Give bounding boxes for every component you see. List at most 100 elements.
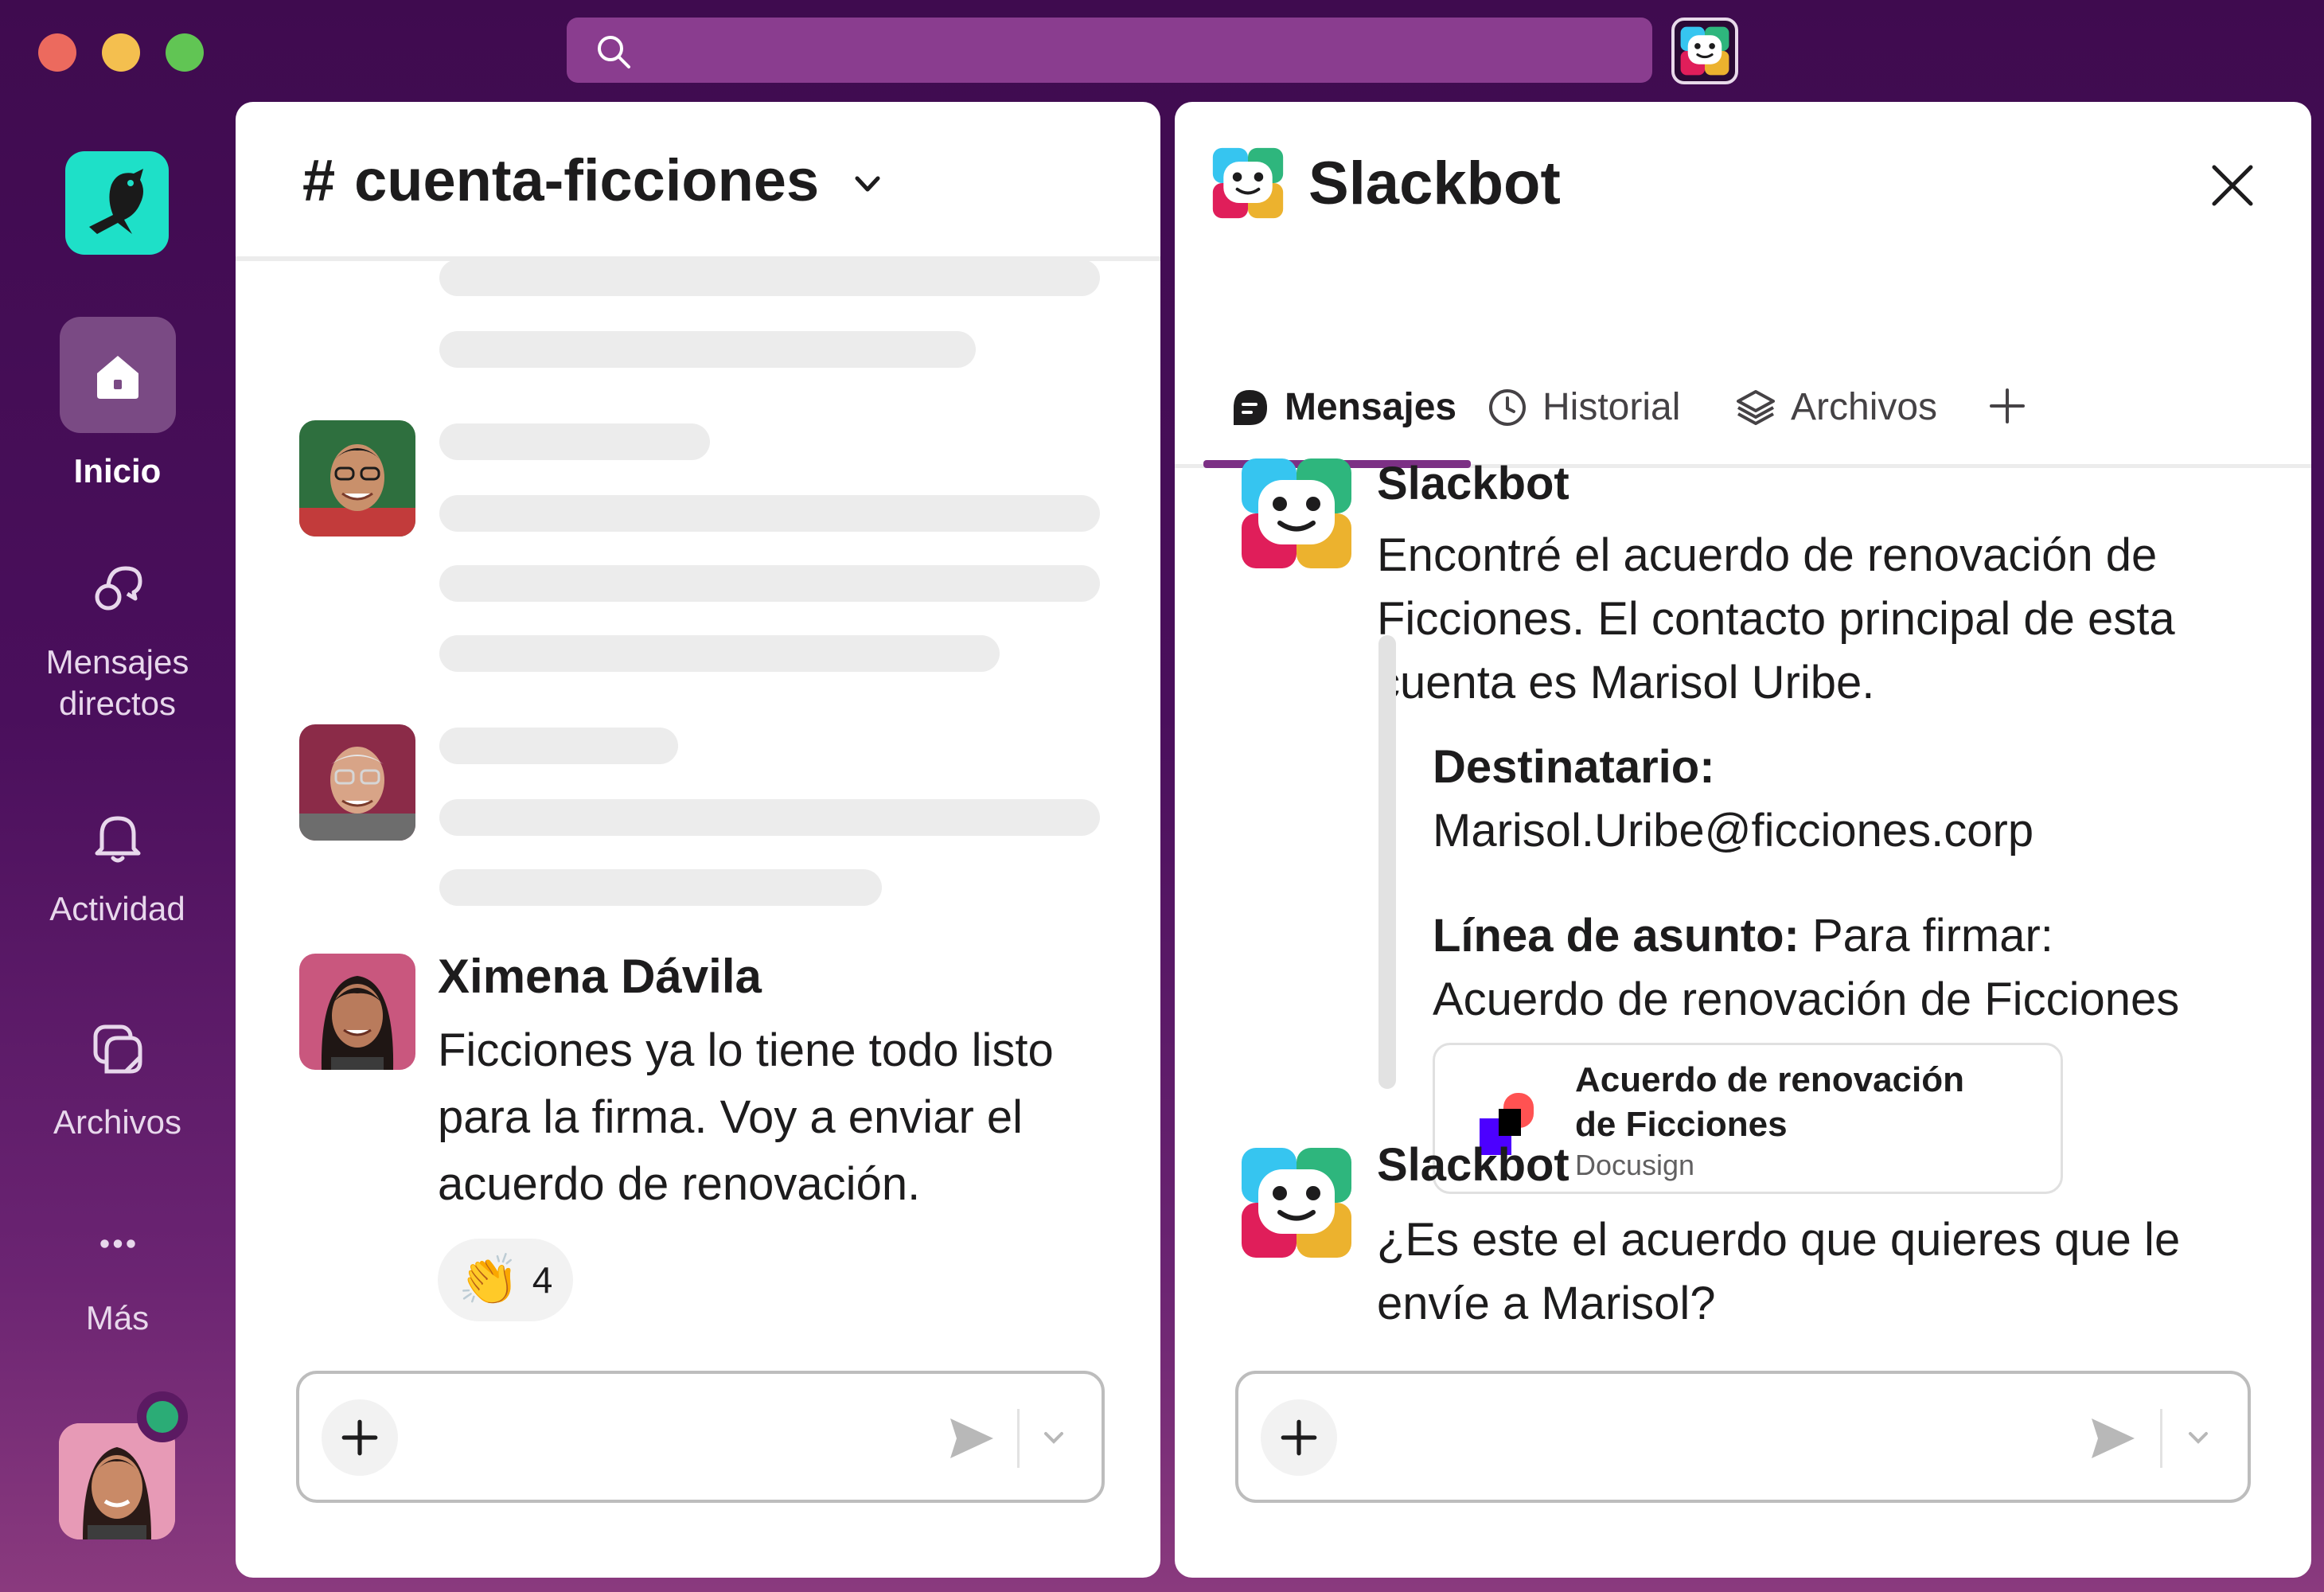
message-text-line: Encontré el acuerdo de renovación de — [1377, 529, 2158, 581]
direct-messages-icon — [95, 566, 142, 611]
slackbot-avatar[interactable] — [1237, 454, 1356, 573]
tab-historial[interactable]: Historial — [1487, 385, 1680, 429]
rail-item-mensajes-directos[interactable]: Mensajes directos — [0, 557, 235, 724]
loading-placeholder — [439, 728, 678, 764]
rail-label-directos: directos — [58, 685, 177, 722]
loading-placeholder — [439, 423, 710, 460]
send-icon[interactable] — [2087, 1412, 2139, 1465]
add-attachment-button[interactable] — [1261, 1399, 1337, 1476]
attachment-quote-bar — [1378, 635, 1396, 1089]
tab-label-historial: Historial — [1542, 386, 1681, 428]
slackbot-icon — [1212, 147, 1284, 219]
loading-placeholder — [439, 331, 976, 368]
channel-pane: # cuenta-ficciones Ximena Dávila Ficcion… — [236, 102, 1160, 1578]
avatar[interactable] — [299, 954, 415, 1070]
presence-indicator — [137, 1391, 188, 1442]
message-author[interactable]: Slackbot — [1377, 457, 1569, 510]
reaction-count: 4 — [532, 1259, 553, 1301]
loading-placeholder — [439, 565, 1100, 602]
more-icon — [99, 1239, 135, 1248]
send-icon[interactable] — [946, 1412, 998, 1465]
close-icon[interactable] — [2205, 158, 2260, 213]
home-icon — [96, 356, 138, 399]
plus-icon — [1990, 388, 2025, 423]
tab-mensajes[interactable]: Mensajes — [1229, 385, 1456, 429]
slackbot-icon — [1680, 26, 1729, 76]
bird-logo-icon — [89, 169, 143, 234]
file-name-line2: de Ficciones — [1575, 1105, 1788, 1144]
rail-item-inicio[interactable]: Inicio — [0, 317, 235, 492]
search-icon — [598, 36, 630, 68]
message-text-line: cuenta es Marisol Uribe. — [1377, 657, 1875, 708]
message-author[interactable]: Slackbot — [1377, 1138, 1569, 1192]
subject-line: Línea de asunto: Para firmar: — [1433, 903, 2053, 970]
loading-placeholder — [439, 259, 1100, 296]
clock-icon — [1489, 388, 1526, 426]
file-name-line1: Acuerdo de renovación — [1575, 1060, 1965, 1099]
rail-item-actividad[interactable]: Actividad — [0, 804, 235, 930]
close-window-button[interactable] — [38, 33, 76, 72]
channel-name: cuenta-ficciones — [354, 147, 820, 213]
workspace-logo[interactable] — [65, 151, 169, 255]
message-text-line: Ficciones ya lo tiene todo listo — [438, 1024, 1054, 1076]
avatar[interactable] — [299, 420, 415, 537]
tab-label-mensajes: Mensajes — [1285, 386, 1457, 428]
rail-label-mas: Más — [85, 1299, 150, 1336]
message-text-line: ¿Es este el acuerdo que quieres que le — [1377, 1214, 2181, 1266]
chevron-down-icon[interactable] — [1038, 1422, 1070, 1453]
message-text-line: envíe a Marisol? — [1377, 1278, 1716, 1329]
loading-placeholder — [439, 799, 1100, 836]
plus-icon — [1281, 1419, 1317, 1456]
loading-placeholder — [439, 495, 1100, 532]
recipient-value: Marisol.Uribe@ficciones.corp — [1433, 805, 2034, 856]
slackbot-launcher-button[interactable] — [1671, 18, 1738, 84]
avatar-image-older-man — [299, 724, 415, 841]
slackbot-header: Slackbot — [1210, 145, 1561, 221]
rail-label-mensajes: Mensajes — [45, 643, 189, 681]
rail-item-archivos[interactable]: Archivos — [0, 1017, 235, 1143]
slackbot-composer[interactable] — [1235, 1371, 2251, 1503]
avatar-image-man-glasses — [299, 420, 415, 537]
message-text-line: para la firma. Voy a enviar el — [438, 1091, 1024, 1143]
loading-placeholder — [439, 869, 882, 906]
chevron-down-icon[interactable] — [2182, 1422, 2214, 1453]
subject-label: Línea de asunto: — [1433, 910, 1800, 962]
files-icon — [93, 1024, 142, 1074]
maximize-window-button[interactable] — [166, 33, 204, 72]
left-rail: Inicio Mensajes directos Actividad Archi… — [0, 111, 235, 1592]
tab-label-archivos: Archivos — [1791, 386, 1938, 428]
avatar-image-ximena — [299, 954, 415, 1070]
avatar[interactable] — [299, 724, 415, 841]
subject-value-part1: Para firmar: — [1811, 910, 2053, 962]
add-tab-button[interactable] — [1987, 385, 2028, 427]
slackbot-pane: Slackbot Mensajes Historial Archivos Sla… — [1175, 102, 2311, 1578]
rail-item-mas[interactable]: Más — [0, 1226, 235, 1339]
add-attachment-button[interactable] — [322, 1399, 398, 1476]
bell-icon — [95, 816, 140, 863]
message-text-line: acuerdo de renovación. — [438, 1158, 921, 1210]
channel-title-button[interactable]: # cuenta-ficciones — [302, 146, 886, 214]
message-icon — [1234, 389, 1267, 425]
composer-divider — [2160, 1409, 2162, 1468]
file-source: Docusign — [1575, 1149, 1695, 1181]
message-composer[interactable] — [296, 1371, 1105, 1503]
minimize-window-button[interactable] — [102, 33, 140, 72]
slackbot-title: Slackbot — [1308, 149, 1561, 217]
subject-value-part2: Acuerdo de renovación de Ficciones — [1433, 974, 2180, 1025]
chevron-down-icon — [855, 176, 880, 191]
search-bar[interactable] — [567, 18, 1652, 83]
composer-divider — [1017, 1409, 1020, 1468]
message-text-line: Ficciones. El contacto principal de esta — [1377, 593, 2175, 645]
file-name: Acuerdo de renovación de Ficciones — [1575, 1058, 2021, 1147]
message-author[interactable]: Ximena Dávila — [438, 949, 762, 1004]
plus-icon — [341, 1419, 378, 1456]
home-icon-button[interactable] — [59, 317, 176, 433]
slackbot-avatar[interactable] — [1237, 1143, 1356, 1262]
tab-archivos[interactable]: Archivos — [1735, 385, 1937, 429]
reaction-clap[interactable]: 👏 4 — [438, 1239, 573, 1321]
slackbot-tabs: Mensajes Historial Archivos — [1175, 350, 2311, 468]
clap-emoji-icon: 👏 — [458, 1252, 520, 1308]
rail-label-inicio: Inicio — [73, 452, 162, 490]
recipient-label: Destinatario: — [1433, 741, 1715, 793]
rail-label-archivos: Archivos — [53, 1103, 182, 1141]
